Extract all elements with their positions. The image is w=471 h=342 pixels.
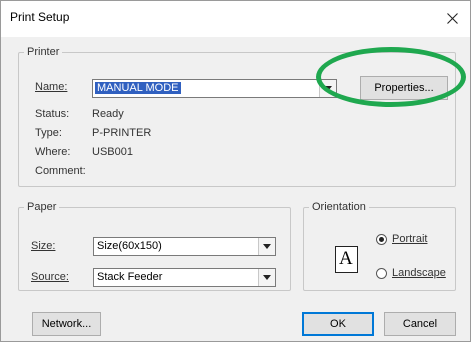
type-label: Type: [35, 127, 62, 139]
comment-label: Comment: [35, 165, 86, 177]
portrait-radio[interactable]: Portrait [376, 233, 427, 245]
chevron-down-icon [263, 275, 271, 280]
paper-group-label: Paper [27, 201, 57, 213]
print-setup-dialog: Print Setup Printer Name: MANUAL MODE Pr… [0, 0, 471, 342]
landscape-label: Landscape [392, 267, 446, 279]
orientation-group: Orientation A Portrait Landscape [303, 201, 456, 291]
properties-button[interactable]: Properties... [360, 76, 448, 100]
paper-group: Paper Size: Size(60x150) Source: Stack F… [18, 201, 291, 291]
type-value: P-PRINTER [92, 127, 152, 139]
landscape-radio[interactable]: Landscape [376, 267, 446, 279]
portrait-page-icon: A [335, 246, 358, 273]
printer-name-select[interactable]: MANUAL MODE [92, 79, 337, 98]
paper-size-value: Size(60x150) [97, 240, 162, 252]
size-label: Size: [31, 240, 56, 252]
portrait-label: Portrait [392, 233, 428, 245]
window-title: Print Setup [10, 10, 70, 24]
where-label: Where: [35, 146, 71, 158]
orientation-group-label: Orientation [312, 201, 366, 213]
paper-source-value: Stack Feeder [97, 271, 163, 283]
paper-size-select[interactable]: Size(60x150) [93, 237, 276, 256]
paper-source-select[interactable]: Stack Feeder [93, 268, 276, 287]
paper-source-dropdown-button[interactable] [258, 269, 275, 286]
ok-button[interactable]: OK [302, 312, 374, 336]
landscape-radio-dot[interactable] [376, 267, 387, 279]
close-icon [446, 12, 458, 24]
chevron-down-icon [263, 244, 271, 249]
name-label: Name: [35, 81, 68, 93]
printer-group-label: Printer [27, 46, 60, 58]
where-value: USB001 [92, 146, 133, 158]
close-button[interactable] [438, 5, 466, 31]
printer-group: Printer Name: MANUAL MODE Properties... … [18, 46, 456, 187]
network-button[interactable]: Network... [32, 312, 101, 336]
portrait-radio-dot[interactable] [376, 233, 387, 245]
cancel-button[interactable]: Cancel [384, 312, 456, 336]
source-label: Source: [31, 271, 69, 283]
status-label: Status: [35, 108, 70, 120]
orientation-glyph: A [339, 248, 353, 269]
title-bar: Print Setup [1, 1, 470, 37]
paper-size-dropdown-button[interactable] [258, 238, 275, 255]
printer-name-dropdown-button[interactable] [319, 80, 336, 97]
printer-name-value: MANUAL MODE [95, 82, 181, 94]
status-value: Ready [92, 108, 124, 120]
chevron-down-icon [324, 86, 332, 91]
